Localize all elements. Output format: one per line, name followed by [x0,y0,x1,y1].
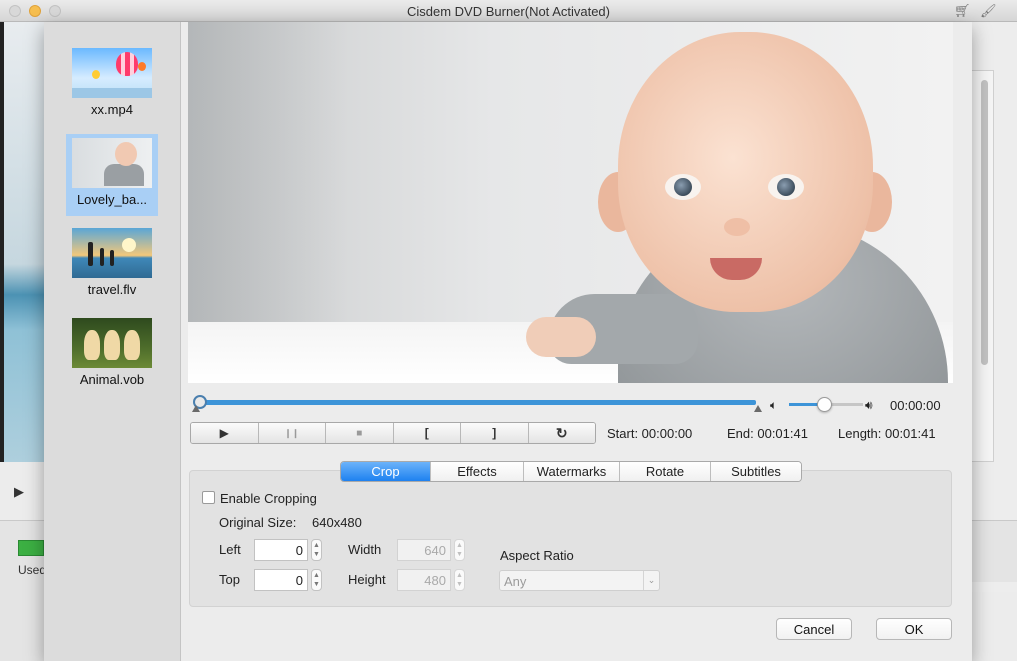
width-field[interactable]: 640 [397,539,451,561]
enable-cropping-checkbox[interactable] [202,491,215,504]
brush-icon[interactable]: 🖌︎ [980,3,997,19]
cancel-button[interactable]: Cancel [776,618,852,640]
volume-down-icon[interactable]: 🔈︎ [770,398,777,413]
video-thumbnail [72,318,152,368]
video-item-xx-mp4[interactable]: xx.mp4 [66,44,158,126]
mark-in-button[interactable]: [ [393,423,461,443]
width-label: Width [348,542,382,557]
start-time: Start: 00:00:00 [607,426,693,441]
height-field[interactable]: 480 [397,569,451,591]
left-stepper[interactable]: ▲ ▼ [311,539,322,561]
volume-up-icon[interactable]: 🔊︎ [865,398,873,413]
play-button[interactable]: ▶ [191,423,259,443]
height-stepper[interactable]: ▲ ▼ [454,569,465,591]
video-item-lovely-baby[interactable]: Lovely_ba... [66,134,158,216]
aspect-ratio-select[interactable]: Any ⌄ [499,570,660,591]
disc-usage-label: Used [18,563,44,577]
mark-out-icon: ] [492,426,497,440]
original-size-value: 640x480 [312,515,362,530]
video-item-label: Animal.vob [79,372,145,387]
top-field[interactable]: 0 [254,569,308,591]
end-time: End: 00:01:41 [727,426,808,441]
background-right-footer [972,520,1017,582]
seek-bar[interactable] [200,400,756,405]
cart-icon[interactable]: 🛒︎ [954,3,971,19]
background-play-button[interactable]: ▶ [14,484,24,500]
video-item-label: travel.flv [87,282,137,297]
end-marker[interactable] [754,405,762,412]
playback-controls: ▶ ❙❙ ■ [ ] ↻ [190,422,596,444]
edit-tabs: Crop Effects Watermarks Rotate Subtitles [340,461,802,482]
background-scrollbar[interactable] [981,80,988,365]
video-thumbnail [72,48,152,98]
aspect-ratio-label: Aspect Ratio [500,548,574,563]
mark-out-button[interactable]: ] [461,423,529,443]
title-bar: Cisdem DVD Burner(Not Activated) 🛒︎ 🖌︎ [0,0,1017,22]
reset-icon: ↻ [555,424,568,441]
chevron-down-icon: ⌄ [643,571,659,590]
volume-knob[interactable] [817,397,832,412]
pause-button[interactable]: ❙❙ [258,423,326,443]
video-item-animal-vob[interactable]: Animal.vob [66,314,158,396]
top-label: Top [219,572,240,587]
start-marker[interactable] [192,405,200,412]
disc-usage-bar [18,540,44,556]
height-label: Height [348,572,386,587]
video-list-sidebar: xx.mp4 Lovely_ba... travel.flv Animal.vo… [44,22,181,661]
video-thumbnail [72,228,152,278]
video-preview [188,22,953,383]
length-time: Length: 00:01:41 [838,426,936,441]
play-icon: ▶ [219,426,229,440]
reset-button[interactable]: ↻ [528,423,595,443]
width-stepper[interactable]: ▲ ▼ [454,539,465,561]
original-size-label: Original Size: [219,515,297,530]
stop-icon: ■ [356,427,363,439]
video-item-travel-flv[interactable]: travel.flv [66,224,158,306]
window-title: Cisdem DVD Burner(Not Activated) [406,4,610,19]
pause-icon: ❙❙ [284,427,300,438]
tab-rotate[interactable]: Rotate [620,462,711,481]
mark-in-icon: [ [424,426,429,440]
tab-crop[interactable]: Crop [341,462,431,481]
current-time: 00:00:00 [890,398,941,413]
ok-button[interactable]: OK [876,618,952,640]
tab-effects[interactable]: Effects [431,462,524,481]
left-label: Left [219,542,241,557]
enable-cropping-label[interactable]: Enable Cropping [220,491,317,506]
background-preview-strip [0,22,44,462]
aspect-ratio-value: Any [504,574,527,589]
left-field[interactable]: 0 [254,539,308,561]
video-thumbnail [72,138,152,188]
edit-sheet: xx.mp4 Lovely_ba... travel.flv Animal.vo… [44,22,972,661]
video-item-label: xx.mp4 [91,102,133,117]
tab-watermarks[interactable]: Watermarks [524,462,620,481]
top-stepper[interactable]: ▲ ▼ [311,569,322,591]
video-item-label: Lovely_ba... [76,192,148,207]
stop-button[interactable]: ■ [326,423,394,443]
tab-subtitles[interactable]: Subtitles [711,462,801,481]
